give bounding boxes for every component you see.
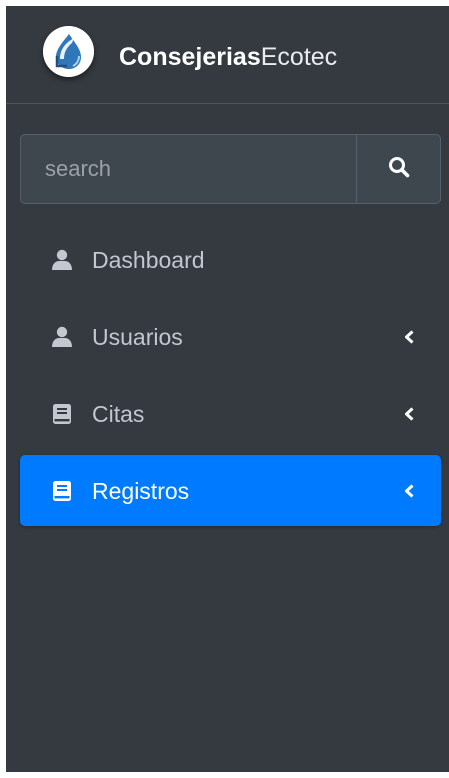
- brand-name-light: Ecotec: [260, 43, 338, 71]
- search-button[interactable]: [356, 135, 440, 203]
- sidebar-item-label: Dashboard: [92, 246, 205, 273]
- chevron-left-icon: [403, 329, 415, 345]
- water-drop-logo-icon: [43, 26, 94, 77]
- user-icon: [51, 249, 73, 271]
- brand-name-bold: Consejerias: [119, 43, 261, 71]
- sidebar-item-registros[interactable]: Registros: [20, 455, 441, 526]
- sidebar-item-label: Usuarios: [92, 323, 183, 350]
- sidebar-item-label: Citas: [92, 400, 145, 427]
- brand-name: ConsejeriasEcotec: [119, 42, 337, 72]
- search-icon: [388, 156, 410, 183]
- chevron-left-icon: [403, 483, 415, 499]
- sidebar-item-dashboard[interactable]: Dashboard: [20, 224, 441, 295]
- sidebar-search: [20, 134, 441, 204]
- book-icon: [51, 403, 73, 425]
- brand-link[interactable]: ConsejeriasEcotec: [6, 6, 449, 104]
- sidebar-nav: Dashboard Usuarios Citas Registros: [20, 224, 441, 532]
- sidebar: ConsejeriasEcotec Dashboard: [6, 6, 449, 772]
- user-icon: [51, 326, 73, 348]
- sidebar-item-citas[interactable]: Citas: [20, 378, 441, 449]
- sidebar-item-usuarios[interactable]: Usuarios: [20, 301, 441, 372]
- search-input[interactable]: [21, 135, 356, 203]
- chevron-left-icon: [403, 406, 415, 422]
- sidebar-item-label: Registros: [92, 477, 190, 504]
- book-icon: [51, 480, 73, 502]
